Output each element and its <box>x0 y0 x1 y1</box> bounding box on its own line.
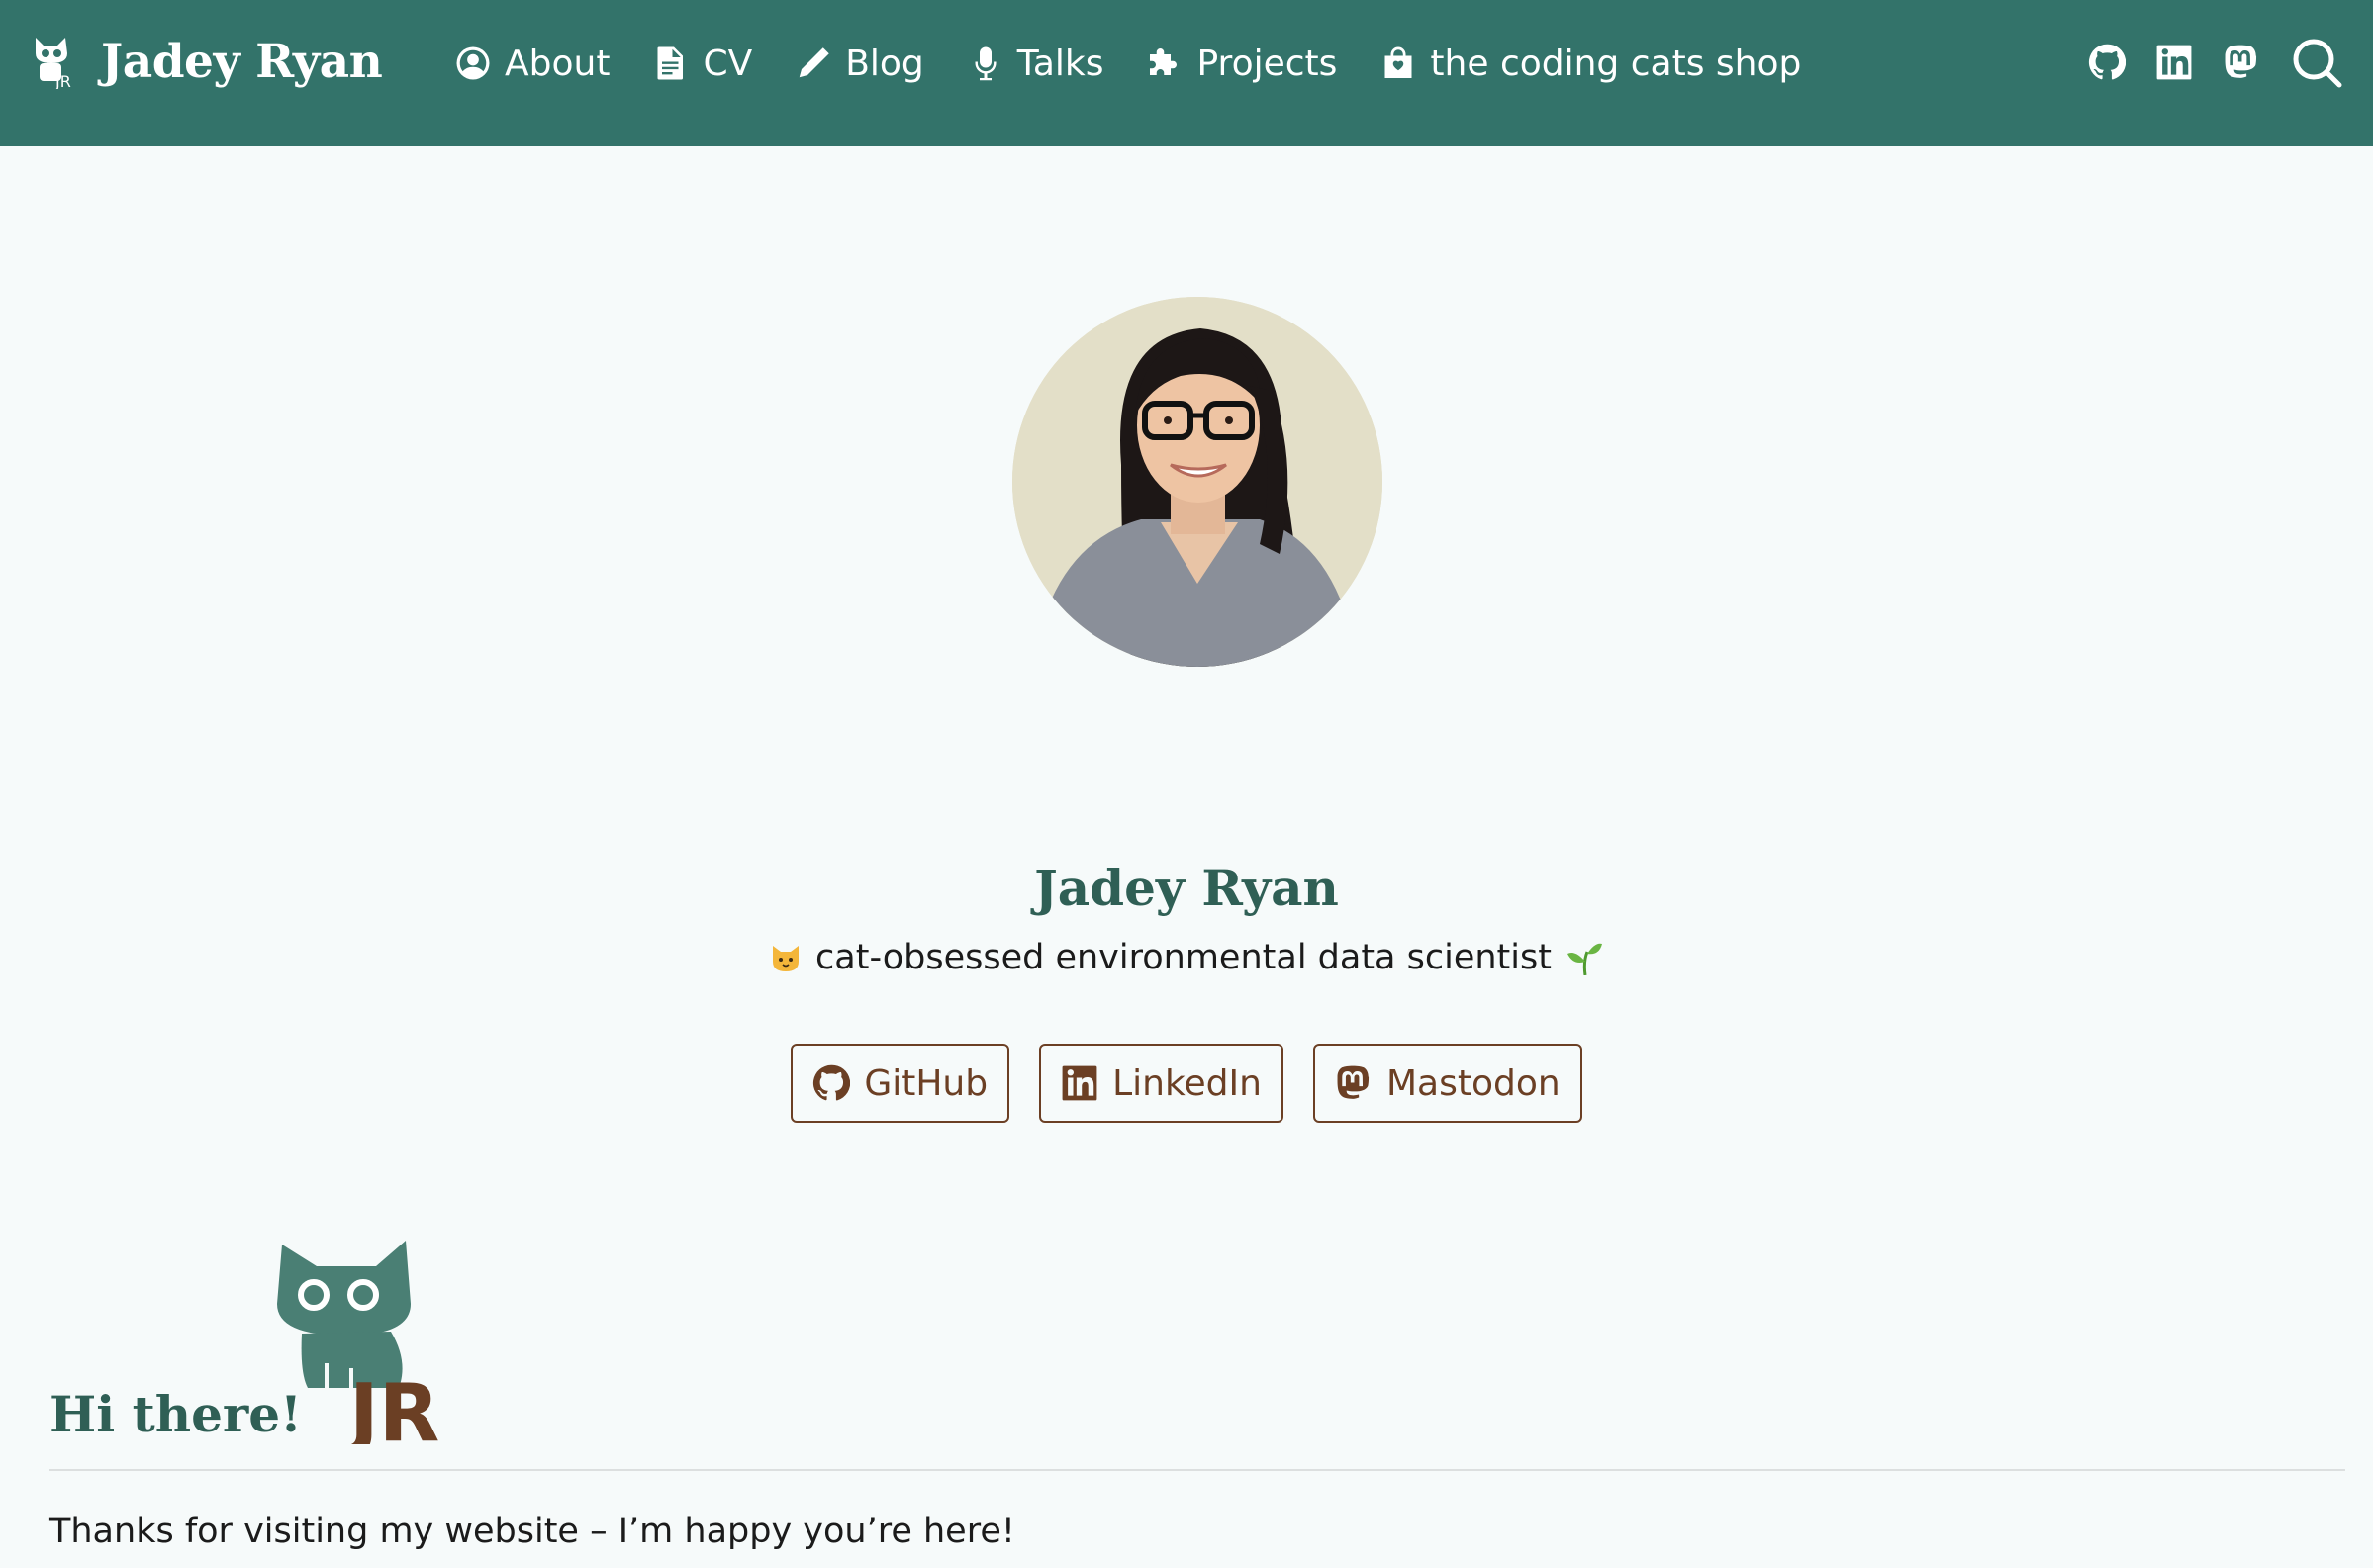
section-heading: Hi there! <box>49 1385 303 1443</box>
github-button[interactable]: GitHub <box>791 1044 1010 1123</box>
nav-link-shop[interactable]: the coding cats shop <box>1380 38 1801 89</box>
brand-link[interactable]: JR Jadey Ryan <box>30 34 383 89</box>
cat-logo-text: JR <box>344 1367 439 1444</box>
pencil-icon <box>799 47 829 78</box>
nav-links: About CV Blog Talks Projects the coding … <box>455 38 1845 89</box>
nav-mastodon-link[interactable] <box>2223 43 2260 82</box>
about-links: GitHub LinkedIn Mastodon <box>0 1044 2373 1123</box>
sprout-icon <box>1566 943 1602 975</box>
nav-link-label: Talks <box>1016 43 1104 84</box>
button-label: LinkedIn <box>1112 1062 1262 1104</box>
nav-link-label: the coding cats shop <box>1430 43 1802 84</box>
cat-logo-icon: JR <box>277 1241 439 1444</box>
cat-face-icon <box>773 946 800 971</box>
nav-link-label: CV <box>703 43 753 84</box>
button-label: GitHub <box>864 1062 989 1104</box>
mic-icon <box>975 46 997 81</box>
github-icon <box>2088 44 2126 80</box>
mastodon-icon <box>1337 1065 1370 1099</box>
nav-link-talks[interactable]: Talks <box>968 38 1104 89</box>
profile-portrait <box>1012 297 1382 667</box>
mastodon-icon <box>2225 45 2257 78</box>
linkedin-icon <box>2156 45 2192 80</box>
navbar: JR Jadey Ryan About CV Blog Talks Projec… <box>0 0 2373 146</box>
brand-name: Jadey Ryan <box>101 34 383 89</box>
nav-link-label: Projects <box>1196 43 1338 84</box>
svg-text:JR: JR <box>54 72 71 89</box>
linkedin-icon <box>1062 1065 1097 1101</box>
nav-linkedin-link[interactable] <box>2155 43 2193 82</box>
mastodon-button[interactable]: Mastodon <box>1312 1044 1582 1123</box>
file-text-icon <box>657 46 684 80</box>
tagline-text: cat-obsessed environmental data scientis… <box>815 938 1552 977</box>
nav-link-projects[interactable]: Projects <box>1147 38 1337 89</box>
nav-link-about[interactable]: About <box>455 38 610 89</box>
github-icon <box>813 1064 851 1101</box>
hero-tagline: cat-obsessed environmental data scientis… <box>0 938 2373 977</box>
button-label: Mastodon <box>1385 1062 1561 1104</box>
nav-link-cv[interactable]: CV <box>653 38 752 89</box>
nav-link-label: Blog <box>845 43 924 84</box>
search-icon <box>2293 39 2342 88</box>
hero-name: Jadey Ryan <box>1034 859 1339 917</box>
divider <box>49 1469 2345 1471</box>
intro-text: Thanks for visiting my website – I’m hap… <box>49 1512 1015 1551</box>
search-button[interactable] <box>2290 36 2343 89</box>
puzzle-icon <box>1150 48 1178 75</box>
nav-tools <box>2088 36 2343 89</box>
shopping-bag-icon <box>1384 46 1412 78</box>
person-circle-icon <box>456 46 490 80</box>
profile-photo <box>1012 297 1382 667</box>
nav-link-label: About <box>505 43 611 84</box>
cat-logo-icon: JR <box>36 38 71 89</box>
nav-github-link[interactable] <box>2088 43 2126 82</box>
linkedin-button[interactable]: LinkedIn <box>1039 1044 1283 1123</box>
nav-link-blog[interactable]: Blog <box>796 38 924 89</box>
